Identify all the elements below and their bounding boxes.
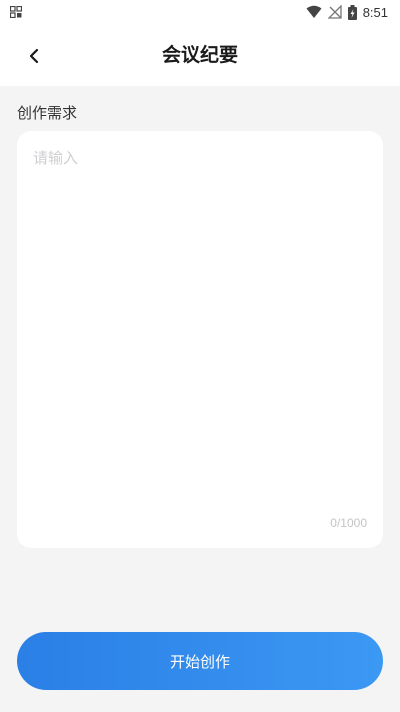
- page-title: 会议纪要: [161, 44, 238, 66]
- app-grid-icon: [10, 6, 22, 18]
- section-label: 创作需求: [17, 104, 78, 122]
- wifi-icon: [306, 5, 322, 18]
- char-count: 0/1000: [330, 516, 367, 530]
- app-header: 会议纪要: [0, 24, 400, 86]
- status-time: 8:51: [362, 4, 388, 20]
- back-button[interactable]: [18, 44, 50, 68]
- requirement-input[interactable]: [33, 147, 367, 507]
- requirement-card: 0/1000: [17, 131, 383, 548]
- status-icons: 8:51: [306, 3, 388, 21]
- status-bar: 8:51: [0, 0, 400, 24]
- battery-charging-icon: [347, 4, 357, 20]
- start-creation-button[interactable]: 开始创作: [17, 632, 383, 690]
- no-signal-icon: [327, 5, 342, 19]
- chevron-left-icon: [29, 48, 39, 64]
